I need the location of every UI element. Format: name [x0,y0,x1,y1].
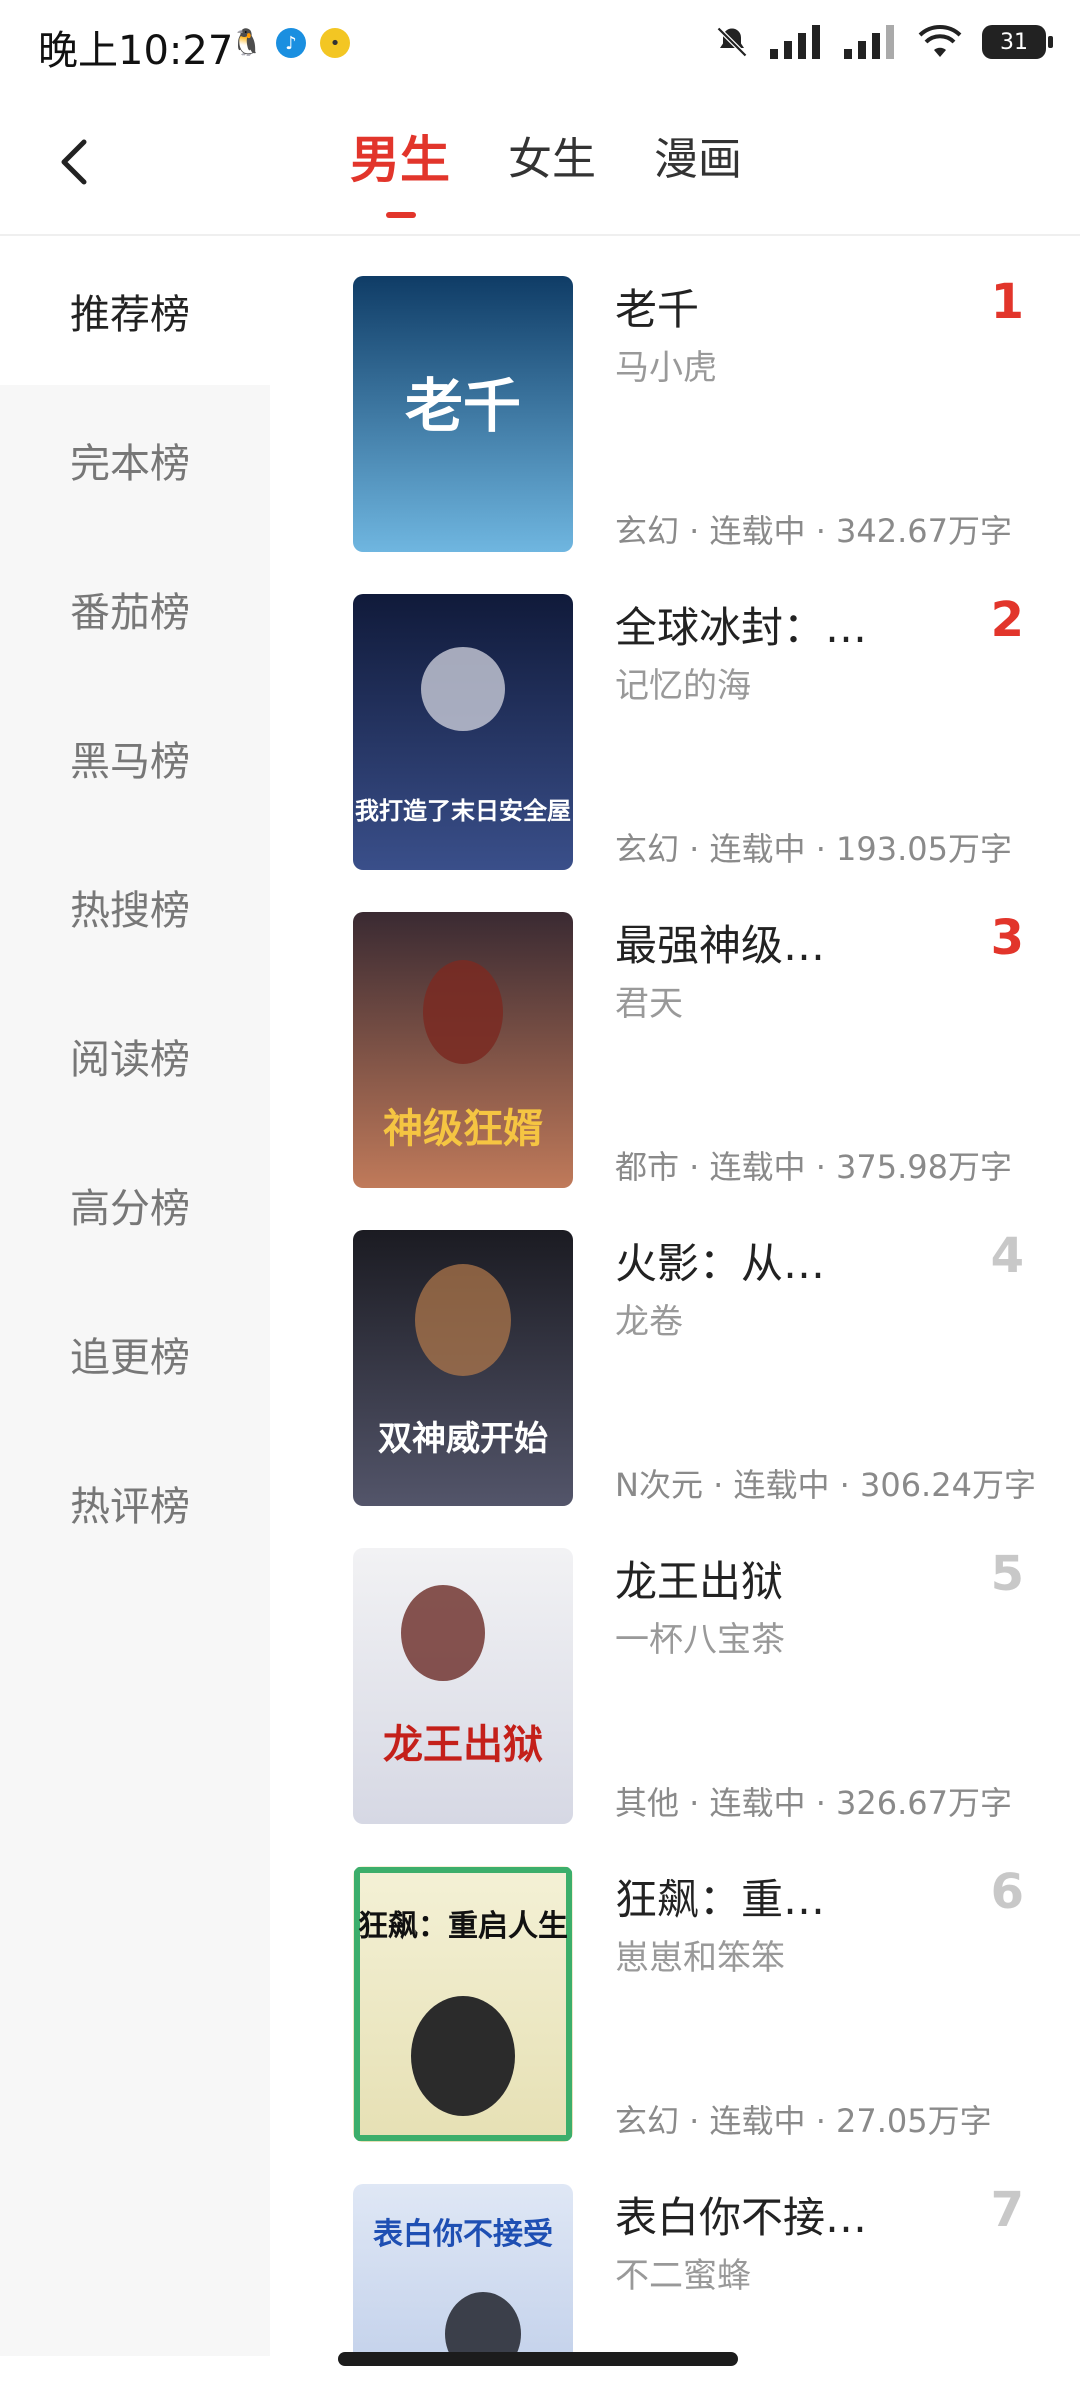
book-ranking-list: 老千 老千 马小虎 玄幻 · 连载中 · 342.67万字 1 我打造了末日安全… [270,236,1080,2356]
sidebar-item-label: 推荐榜 [70,291,190,338]
sidebar-item-completed[interactable]: 完本榜 [0,385,270,534]
sidebar-item-following[interactable]: 追更榜 [0,1279,270,1428]
tab-male[interactable]: 男生 [350,128,450,218]
sidebar-item-highscore[interactable]: 高分榜 [0,1130,270,1279]
book-meta: 都市 · 连载中 · 375.98万字 [615,1148,1013,1186]
sidebar-item-label: 阅读榜 [70,1036,190,1083]
signal-icon [770,25,820,59]
book-title[interactable]: 表白你不接… [615,2184,867,2245]
book-item[interactable]: 表白你不接受 表白你不接… 不二蜜蜂 7 [270,2144,1080,2356]
sidebar-item-hotcomment[interactable]: 热评榜 [0,1428,270,1577]
book-author: 记忆的海 [615,666,751,706]
ranking-sidebar: 推荐榜 完本榜 番茄榜 黑马榜 热搜榜 阅读榜 高分榜 追更榜 热评榜 [0,236,270,2356]
sidebar-item-label: 高分榜 [70,1185,190,1232]
cover-image: 神级狂婿 [353,912,573,1188]
sidebar-item-label: 黑马榜 [70,738,190,785]
mute-bell-icon [716,26,748,58]
rank-number: 6 [990,1864,1024,1920]
cover-image: 老千 [353,276,573,552]
gender-tabs: 男生 女生 漫画 [350,128,742,218]
status-time: 晚上10:27 [38,28,234,74]
tab-female-label: 女生 [508,134,596,185]
book-cover[interactable]: 表白你不接受 [353,2184,573,2356]
signal-icon-2 [844,25,894,59]
sidebar-item-darkhorse[interactable]: 黑马榜 [0,683,270,832]
book-author: 不二蜜蜂 [615,2256,751,2296]
penguin-icon: 🐧 [230,28,264,58]
rank-number: 1 [990,274,1024,330]
book-meta: 玄幻 · 连载中 · 27.05万字 [615,2102,992,2140]
book-title[interactable]: 龙王出狱 [615,1548,783,1609]
system-icons: 31 [714,24,1053,60]
book-item[interactable]: 神级狂婿 最强神级… 君天 都市 · 连载中 · 375.98万字 3 [270,872,1080,1190]
book-author: 马小虎 [615,348,717,388]
tab-comics[interactable]: 漫画 [654,128,742,208]
battery-icon: 31 [982,25,1053,59]
rank-number: 2 [990,592,1024,648]
cover-text: 表白你不接受 [373,2217,553,2252]
book-meta: N次元 · 连载中 · 306.24万字 [615,1466,1036,1504]
book-cover[interactable]: 双神威开始 [353,1230,573,1506]
sidebar-item-label: 追更榜 [70,1334,190,1381]
cover-text: 老千 [405,372,521,440]
book-author: 龙卷 [615,1302,683,1342]
book-cover[interactable]: 我打造了末日安全屋 [353,594,573,870]
cover-text: 龙王出狱 [383,1722,543,1768]
book-cover[interactable]: 狂飙：重启人生 [353,1866,573,2142]
sidebar-item-label: 热评榜 [70,1483,190,1530]
book-item[interactable]: 老千 老千 马小虎 玄幻 · 连载中 · 342.67万字 1 [270,236,1080,554]
cover-text: 双神威开始 [378,1419,548,1459]
back-arrow-icon[interactable] [48,134,104,190]
header: 男生 女生 漫画 [0,100,1080,236]
rank-number: 5 [990,1546,1024,1602]
tab-female[interactable]: 女生 [508,128,596,208]
sidebar-item-label: 完本榜 [70,440,190,487]
sidebar-item-fanqie[interactable]: 番茄榜 [0,534,270,683]
chat-app-icon: • [320,28,350,58]
tab-comics-label: 漫画 [654,134,742,185]
book-meta: 其他 · 连载中 · 326.67万字 [615,1784,1013,1822]
cover-text: 我打造了末日安全屋 [355,797,571,825]
rank-number: 3 [990,910,1024,966]
book-item[interactable]: 我打造了末日安全屋 全球冰封：… 记忆的海 玄幻 · 连载中 · 193.05万… [270,554,1080,872]
cover-text: 狂飙：重启人生 [358,1909,568,1944]
book-title[interactable]: 狂飙：重… [615,1866,825,1927]
book-title[interactable]: 全球冰封：… [615,594,867,655]
book-cover[interactable]: 龙王出狱 [353,1548,573,1824]
wifi-icon [918,25,962,57]
book-item[interactable]: 双神威开始 火影：从… 龙卷 N次元 · 连载中 · 306.24万字 4 [270,1190,1080,1508]
book-title[interactable]: 火影：从… [615,1230,825,1291]
sidebar-item-reading[interactable]: 阅读榜 [0,981,270,1130]
sidebar-item-hotsearch[interactable]: 热搜榜 [0,832,270,981]
rank-number: 4 [990,1228,1024,1284]
sidebar-item-label: 番茄榜 [70,589,190,636]
cover-text: 神级狂婿 [383,1106,543,1152]
cover-image: 龙王出狱 [353,1548,573,1824]
cover-image: 表白你不接受 [353,2184,573,2356]
cover-image: 双神威开始 [353,1230,573,1506]
book-item[interactable]: 狂飙：重启人生 狂飙：重… 崽崽和笨笨 玄幻 · 连载中 · 27.05万字 6 [270,1826,1080,2144]
book-cover[interactable]: 老千 [353,276,573,552]
active-tab-indicator [386,212,416,218]
book-meta: 玄幻 · 连载中 · 193.05万字 [615,830,1013,868]
home-indicator[interactable] [338,2352,738,2366]
sidebar-item-recommend[interactable]: 推荐榜 [0,236,270,385]
cover-image: 我打造了末日安全屋 [353,594,573,870]
sidebar-item-label: 热搜榜 [70,887,190,934]
book-meta: 玄幻 · 连载中 · 342.67万字 [615,512,1013,550]
notification-icons: 🐧 ♪ • [230,28,350,58]
tab-male-label: 男生 [350,131,450,189]
book-author: 君天 [615,984,683,1024]
status-bar: 晚上10:27 🐧 ♪ • 31 [0,0,1080,90]
book-author: 崽崽和笨笨 [615,1938,785,1978]
cover-image: 狂飙：重启人生 [353,1866,573,2142]
book-title[interactable]: 老千 [615,276,699,337]
book-cover[interactable]: 神级狂婿 [353,912,573,1188]
book-author: 一杯八宝茶 [615,1620,785,1660]
book-title[interactable]: 最强神级… [615,912,825,973]
rank-number: 7 [990,2182,1024,2238]
music-app-icon: ♪ [276,28,306,58]
book-item[interactable]: 龙王出狱 龙王出狱 一杯八宝茶 其他 · 连载中 · 326.67万字 5 [270,1508,1080,1826]
